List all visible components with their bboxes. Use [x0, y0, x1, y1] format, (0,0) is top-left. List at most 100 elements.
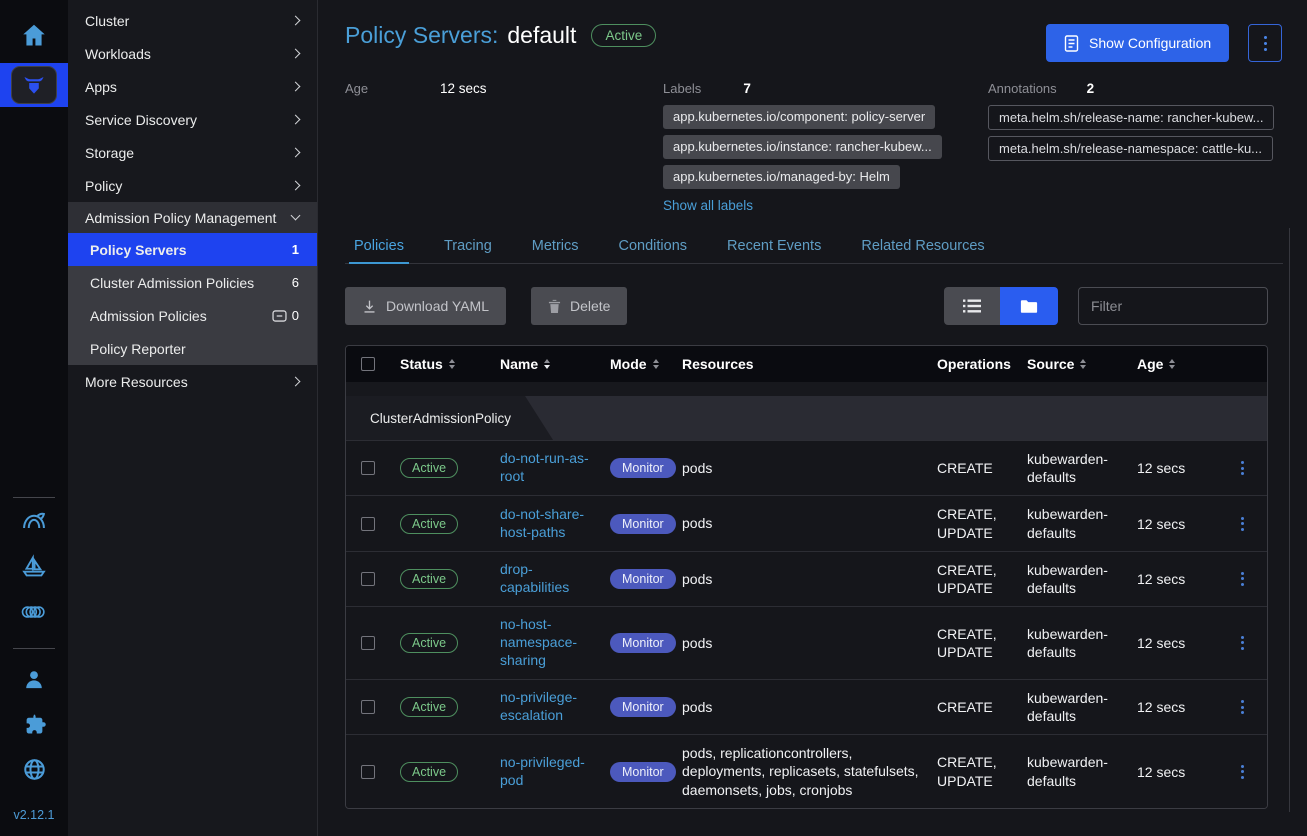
column-header[interactable]: Resources — [672, 356, 927, 372]
chevron-right-icon — [291, 82, 301, 92]
annotation-tag: meta.helm.sh/release-name: rancher-kubew… — [988, 105, 1274, 130]
folder-view-icon[interactable] — [1000, 287, 1058, 325]
tab[interactable]: Metrics — [530, 228, 581, 263]
sidebar-subitem[interactable]: Policy Reporter — [68, 332, 317, 365]
show-configuration-label: Show Configuration — [1089, 35, 1211, 51]
row-checkbox[interactable] — [361, 517, 375, 531]
operations-cell: CREATE, UPDATE — [927, 505, 1017, 541]
chevron-right-icon — [291, 115, 301, 125]
age-cell: 12 secs — [1127, 516, 1217, 532]
extensions-puzzle-icon[interactable] — [21, 711, 48, 738]
delete-button[interactable]: Delete — [531, 287, 627, 325]
row-checkbox[interactable] — [361, 700, 375, 714]
tab[interactable]: Conditions — [617, 228, 690, 263]
sidebar-item[interactable]: Storage — [68, 136, 317, 169]
sidebar-item-label: More Resources — [85, 374, 292, 390]
sort-carets-icon — [544, 359, 550, 369]
age-cell: 12 secs — [1127, 460, 1217, 476]
sidebar-item[interactable]: Policy — [68, 169, 317, 202]
status-cell: Active — [390, 697, 490, 717]
row-checkbox[interactable] — [361, 765, 375, 779]
mode-cell: Monitor — [600, 569, 672, 589]
sidebar-subitem[interactable]: Admission Policies 0 — [68, 299, 317, 332]
download-yaml-button[interactable]: Download YAML — [345, 287, 506, 325]
sidebar-item-label: Apps — [85, 79, 292, 95]
row-kebab-menu-icon[interactable] — [1217, 636, 1267, 650]
policy-name-link[interactable]: do-not-share-host-paths — [490, 506, 600, 542]
sidebar-item[interactable]: Service Discovery — [68, 103, 317, 136]
download-yaml-label: Download YAML — [386, 298, 489, 314]
tab[interactable]: Related Resources — [859, 228, 986, 263]
policy-name-link[interactable]: do-not-run-as-root — [490, 450, 600, 486]
annotation-tag: meta.helm.sh/release-namespace: cattle-k… — [988, 136, 1273, 161]
operations-cell: CREATE — [927, 698, 1017, 716]
show-configuration-button[interactable]: Show Configuration — [1046, 24, 1229, 62]
tab-label: Related Resources — [861, 238, 984, 254]
policy-name-link[interactable]: no-host-namespace-sharing — [490, 616, 600, 670]
home-icon[interactable] — [20, 21, 48, 49]
resource-type-link[interactable]: Policy Servers: — [345, 22, 498, 49]
table-row: Active drop-capabilities Monitor pods CR… — [346, 551, 1267, 606]
policy-name-link[interactable]: no-privileged-pod — [490, 754, 600, 790]
table-header-row: Status Name Mode — [346, 346, 1267, 382]
row-checkbox-cell — [346, 765, 390, 779]
column-header[interactable]: Name — [490, 356, 600, 372]
labels-label: Labels — [663, 81, 701, 96]
filter-input[interactable] — [1078, 287, 1268, 325]
list-view-icon[interactable] — [944, 287, 1000, 325]
row-kebab-menu-icon[interactable] — [1217, 700, 1267, 714]
sidebar-item[interactable]: Workloads — [68, 37, 317, 70]
sidebar-subitem-count: 0 — [272, 308, 299, 323]
row-kebab-menu-icon[interactable] — [1217, 572, 1267, 586]
mode-badge: Monitor — [610, 633, 676, 653]
policy-name-link[interactable]: drop-capabilities — [490, 561, 600, 597]
sidebar-subitem[interactable]: Cluster Admission Policies 6 — [68, 266, 317, 299]
header-kebab-menu-icon[interactable] — [1248, 24, 1282, 62]
sidebar-item-label: Policy — [85, 178, 292, 194]
column-header[interactable]: Status — [390, 356, 490, 372]
column-header[interactable]: Age — [1127, 356, 1217, 372]
tab[interactable]: Tracing — [442, 228, 494, 263]
annotations-label: Annotations — [988, 81, 1057, 96]
shell-cluster-icon[interactable] — [19, 507, 49, 535]
mode-badge: Monitor — [610, 569, 676, 589]
row-kebab-menu-icon[interactable] — [1217, 765, 1267, 779]
row-kebab-menu-icon[interactable] — [1217, 461, 1267, 475]
coil-cluster-icon[interactable] — [18, 599, 50, 625]
globe-icon[interactable] — [21, 756, 48, 783]
resources-cell: pods — [672, 698, 927, 716]
show-all-labels-link[interactable]: Show all labels — [663, 198, 753, 213]
column-header[interactable]: Operations — [927, 356, 1017, 372]
tab-label: Recent Events — [727, 238, 821, 254]
mode-cell: Monitor — [600, 697, 672, 717]
sidebar-item-more-resources[interactable]: More Resources — [68, 365, 317, 398]
tab[interactable]: Policies — [352, 228, 406, 263]
status-badge: Active — [400, 697, 458, 717]
row-checkbox[interactable] — [361, 572, 375, 586]
source-cell: kubewarden-defaults — [1017, 561, 1127, 597]
column-header[interactable]: Mode — [600, 356, 672, 372]
sidebar-item[interactable]: Apps — [68, 70, 317, 103]
user-icon[interactable] — [21, 667, 47, 693]
sidebar-subitem[interactable]: Policy Servers 1 — [68, 233, 317, 266]
sidebar-group-admission-policy-management[interactable]: Admission Policy Management — [68, 202, 317, 233]
harvester-boat-icon[interactable] — [19, 553, 49, 581]
row-checkbox[interactable] — [361, 461, 375, 475]
tab[interactable]: Recent Events — [725, 228, 823, 263]
row-kebab-menu-icon[interactable] — [1217, 517, 1267, 531]
column-header[interactable]: Source — [1017, 356, 1127, 372]
column-header-label: Resources — [682, 356, 754, 372]
policy-name-link[interactable]: no-privilege-escalation — [490, 689, 600, 725]
table-spacer-row — [346, 382, 1267, 396]
sidebar-subitem-count: 1 — [292, 242, 299, 257]
group-tab: ClusterAdmissionPolicy — [346, 396, 553, 440]
row-checkbox-cell — [346, 517, 390, 531]
sidebar-item[interactable]: Cluster — [68, 4, 317, 37]
select-all-checkbox[interactable] — [361, 357, 375, 371]
label-tag: app.kubernetes.io/component: policy-serv… — [663, 105, 935, 129]
trash-icon — [548, 299, 561, 314]
column-header-label: Age — [1137, 356, 1163, 372]
tab-label: Metrics — [532, 238, 579, 254]
active-cluster-band[interactable] — [0, 63, 68, 107]
row-checkbox[interactable] — [361, 636, 375, 650]
